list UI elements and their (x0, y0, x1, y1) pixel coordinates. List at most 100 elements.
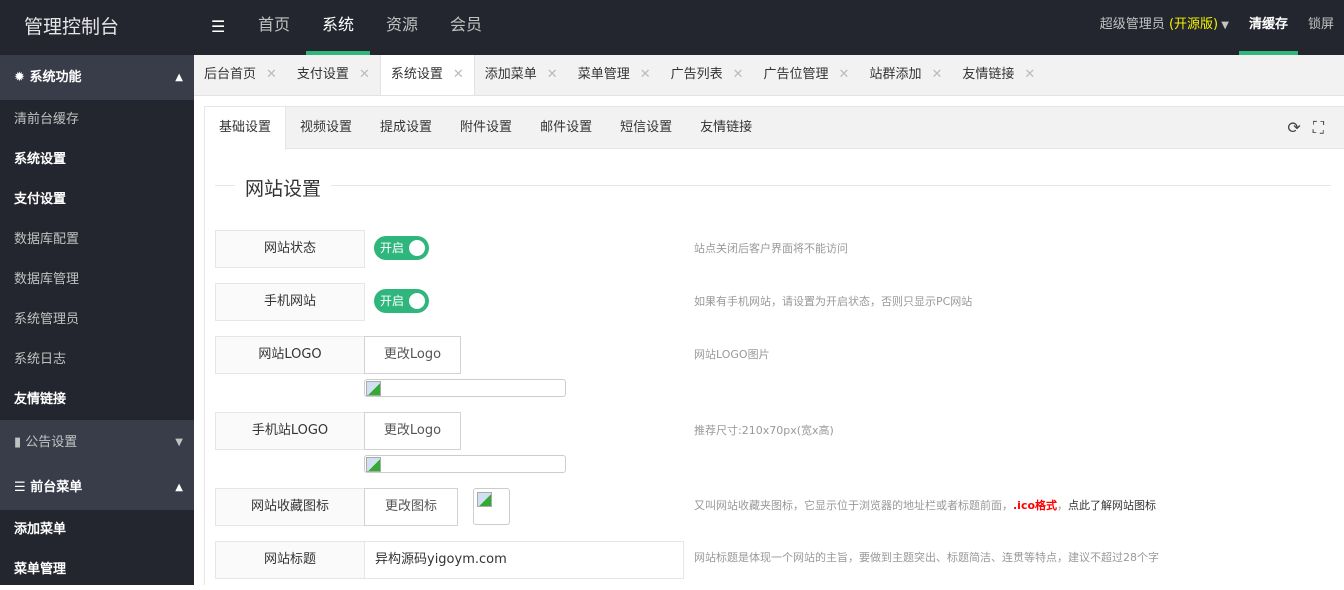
page-tab[interactable]: 菜单管理 ✕ (568, 55, 661, 95)
fieldset-legend: 网站设置 (215, 174, 1331, 201)
tab-label: 友情链接 (962, 67, 1015, 82)
chevron-down-icon: ▼ (175, 437, 183, 448)
mobile-site-toggle[interactable]: 开启 (374, 289, 429, 313)
legend-title: 网站设置 (235, 174, 332, 201)
chevron-down-icon: ▼ (1218, 20, 1229, 31)
close-icon[interactable]: ✕ (931, 67, 942, 82)
mobile-logo-preview (364, 455, 566, 473)
page-tab[interactable]: 添加菜单 ✕ (475, 55, 568, 95)
close-icon[interactable]: ✕ (547, 67, 558, 82)
tab-label: 站群添加 (869, 67, 922, 82)
clear-cache-button[interactable]: 清缓存 (1238, 0, 1298, 55)
sidebar-item[interactable]: 菜单管理 (0, 550, 194, 590)
sidebar-item[interactable]: 添加菜单 (0, 510, 194, 550)
settings-subtab[interactable]: 基础设置 (205, 107, 287, 150)
settings-subtab[interactable]: 邮件设置 (526, 107, 606, 148)
site-status-toggle[interactable]: 开启 (374, 236, 429, 260)
settings-subtab[interactable]: 视频设置 (286, 107, 366, 148)
sidebar-item[interactable]: 清前台缓存 (0, 100, 194, 140)
sidebar: ✹ 系统功能 ▲ 清前台缓存 系统设置 支付设置 数据库配置 数据库管理 系统管理… (0, 55, 194, 585)
close-icon[interactable]: ✕ (453, 67, 464, 82)
sidebar-item[interactable]: 支付设置 (0, 180, 194, 220)
hint-separator: ， (1057, 499, 1069, 512)
close-icon[interactable]: ✕ (733, 67, 744, 82)
change-mobile-logo-button[interactable]: 更改Logo (364, 412, 461, 450)
page-tabs: 后台首页 ✕ 支付设置 ✕ 系统设置 ✕ 添加菜单 ✕ 菜单管理 ✕ 广告列表 ✕ 广告位管理 ✕ 站群添加… (194, 55, 1344, 96)
menu-toggle-icon[interactable]: ☰ (211, 17, 225, 36)
section-label: 公告设置 (25, 435, 78, 450)
change-logo-button[interactable]: 更改Logo (364, 336, 461, 374)
favicon-help-link[interactable]: 点此了解网站图标 (1068, 499, 1156, 512)
tab-label: 添加菜单 (484, 67, 537, 82)
top-nav: 首页 系统 资源 会员 (242, 0, 498, 55)
logo-preview (364, 379, 566, 397)
section-label: 系统功能 (29, 70, 82, 85)
change-favicon-button[interactable]: 更改图标 (364, 488, 458, 526)
sidebar-section-system[interactable]: ✹ 系统功能 ▲ (0, 55, 194, 100)
sidebar-item[interactable]: 系统设置 (0, 140, 194, 180)
top-header: 管理控制台 ☰ 首页 系统 资源 会员 超级管理员 (开源版) ▼ 清缓存 锁屏 (0, 0, 1344, 55)
list-icon: ☰ (14, 480, 26, 495)
tab-label: 支付设置 (296, 67, 349, 82)
tab-label: 菜单管理 (577, 67, 630, 82)
tab-label: 后台首页 (204, 67, 257, 82)
settings-subtab[interactable]: 友情链接 (686, 107, 766, 148)
broken-image-icon (477, 492, 492, 507)
page-tab[interactable]: 支付设置 ✕ (287, 55, 380, 95)
user-name: 超级管理员 (1099, 17, 1165, 32)
broken-image-icon (366, 457, 381, 472)
fullscreen-icon[interactable]: ⛶ (1313, 118, 1324, 138)
close-icon[interactable]: ✕ (359, 67, 370, 82)
sidebar-item[interactable]: 友情链接 (0, 380, 194, 420)
chevron-up-icon: ▲ (175, 72, 183, 83)
gear-icon: ✹ (14, 70, 25, 85)
field-label: 网站LOGO (215, 336, 365, 374)
field-hint: 网站LOGO图片 (694, 348, 770, 361)
nav-resources[interactable]: 资源 (370, 0, 434, 55)
lock-screen-button[interactable]: 锁屏 (1298, 0, 1344, 55)
tab-label: 系统设置 (390, 67, 443, 82)
broken-image-icon (366, 381, 381, 396)
nav-home[interactable]: 首页 (242, 0, 306, 55)
ico-format-note: .ico格式 (1013, 499, 1058, 512)
site-title-input[interactable]: 异构源码yigoym.com (364, 541, 684, 579)
settings-subtab[interactable]: 附件设置 (446, 107, 526, 148)
sidebar-section-frontmenu[interactable]: ☰ 前台菜单 ▲ (0, 465, 194, 510)
refresh-icon[interactable]: ⟳ (1287, 118, 1300, 138)
close-icon[interactable]: ✕ (266, 67, 277, 82)
version-badge: (开源版) (1168, 17, 1219, 32)
nav-system[interactable]: 系统 (306, 0, 371, 55)
tab-label: 广告列表 (670, 67, 723, 82)
close-icon[interactable]: ✕ (839, 67, 850, 82)
close-icon[interactable]: ✕ (1024, 67, 1035, 82)
field-label: 网站状态 (215, 230, 365, 268)
hint-text: 又叫网站收藏夹图标，它显示位于浏览器的地址栏或者标题前面， (694, 499, 1013, 512)
page-tab[interactable]: 广告位管理 ✕ (754, 55, 860, 95)
sidebar-item[interactable]: 数据库配置 (0, 220, 194, 260)
page-tab[interactable]: 系统设置 ✕ (379, 55, 475, 95)
page-tab[interactable]: 广告列表 ✕ (661, 55, 754, 95)
sidebar-section-notice[interactable]: ▮ 公告设置 ▼ (0, 420, 194, 465)
settings-subtab[interactable]: 短信设置 (606, 107, 686, 148)
nav-members[interactable]: 会员 (434, 0, 498, 55)
sidebar-item[interactable]: 系统日志 (0, 340, 194, 380)
field-hint: 网站标题是体现一个网站的主旨，要做到主题突出、标题简洁、连贯等特点，建议不超过2… (694, 551, 1159, 564)
page-tab[interactable]: 站群添加 ✕ (859, 55, 952, 95)
settings-subtab[interactable]: 提成设置 (366, 107, 446, 148)
tab-label: 广告位管理 (763, 67, 829, 82)
field-label: 手机站LOGO (215, 412, 365, 450)
chevron-up-icon: ▲ (175, 482, 183, 493)
sidebar-item[interactable]: 系统管理员 (0, 300, 194, 340)
sidebar-item[interactable]: 数据库管理 (0, 260, 194, 300)
close-icon[interactable]: ✕ (640, 67, 651, 82)
field-hint: 如果有手机网站，请设置为开启状态，否则只显示PC网站 (694, 295, 973, 308)
settings-subtabs: 基础设置 视频设置 提成设置 附件设置 邮件设置 短信设置 友情链接 ⟳ ⛶ (205, 107, 1344, 150)
field-hint: 站点关闭后客户界面将不能访问 (694, 242, 848, 255)
user-menu[interactable]: 超级管理员 (开源版) ▼ (1090, 0, 1239, 55)
page-tab[interactable]: 友情链接 ✕ (952, 55, 1045, 95)
field-hint: 推荐尺寸:210x70px(宽x高) (694, 424, 834, 437)
favicon-preview (473, 488, 510, 525)
settings-card: 基础设置 视频设置 提成设置 附件设置 邮件设置 短信设置 友情链接 ⟳ ⛶ 网站设置 网站状态… (204, 106, 1344, 585)
page-tab[interactable]: 后台首页 ✕ (194, 55, 287, 95)
field-label: 网站收藏图标 (215, 488, 365, 526)
